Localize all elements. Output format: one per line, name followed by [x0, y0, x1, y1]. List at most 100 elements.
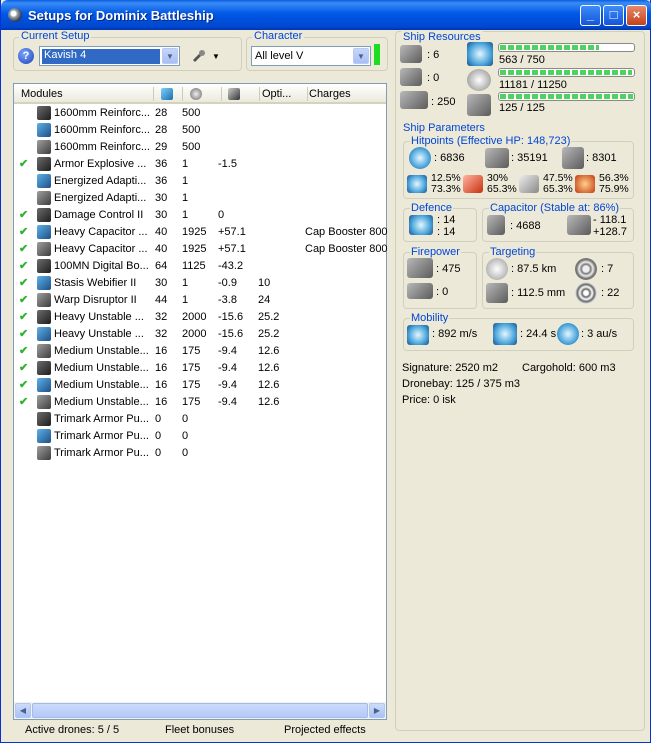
- module-icon: [37, 208, 51, 222]
- module-pg: 0: [182, 430, 189, 442]
- cargohold-text: Cargohold: 600 m3: [522, 362, 616, 374]
- column-header-modules[interactable]: Modules: [21, 88, 63, 100]
- module-cpu: 16: [155, 362, 168, 374]
- active-check-icon[interactable]: ✔: [19, 327, 28, 340]
- module-icon: [37, 106, 51, 120]
- table-row[interactable]: Energized Adapti... 30 1: [14, 190, 386, 207]
- scan-resolution-icon: [486, 283, 508, 303]
- table-row[interactable]: ✔ Stasis Webifier II 30 1 -0.9 10: [14, 275, 386, 292]
- table-row[interactable]: ✔ 100MN Digital Bo... 64 1125 -43.2: [14, 258, 386, 275]
- table-row[interactable]: ✔ Heavy Capacitor ... 40 1925 +57.1 Cap Boost…: [14, 241, 388, 258]
- module-pg: 1: [182, 158, 189, 170]
- tool-dropdown-arrow-icon[interactable]: ▼: [212, 52, 220, 61]
- chevron-down-icon[interactable]: ▼: [353, 48, 369, 64]
- module-cap: -3.8: [218, 294, 237, 306]
- active-check-icon[interactable]: ✔: [19, 378, 28, 391]
- maximize-button[interactable]: □: [603, 5, 624, 26]
- capacitor-recharge-icon: [567, 215, 591, 235]
- table-row[interactable]: ✔ Heavy Unstable ... 32 2000 -15.6 25.2: [14, 309, 386, 326]
- table-row[interactable]: ✔ Medium Unstable... 16 175 -9.4 12.6: [14, 343, 386, 360]
- title-bar[interactable]: Setups for Dominix Battleship _ □ ×: [1, 0, 651, 30]
- module-cap: -15.6: [218, 328, 244, 340]
- active-check-icon[interactable]: ✔: [19, 344, 28, 357]
- active-check-icon[interactable]: ✔: [19, 310, 28, 323]
- close-button[interactable]: ×: [626, 5, 647, 26]
- table-row[interactable]: Trimark Armor Pu... 0 0: [14, 428, 386, 445]
- active-check-icon[interactable]: ✔: [19, 242, 28, 255]
- table-row[interactable]: ✔ Damage Control II 30 1 0: [14, 207, 386, 224]
- table-row[interactable]: ✔ Heavy Unstable ... 32 2000 -15.6 25.2: [14, 326, 386, 343]
- defence-label: Defence: [410, 202, 453, 214]
- active-drones-tab[interactable]: Active drones: 5 / 5: [25, 724, 119, 736]
- table-row[interactable]: ✔ Armor Explosive ... 36 1 -1.5: [14, 156, 386, 173]
- module-name: 1600mm Reinforc...: [54, 124, 150, 136]
- table-row[interactable]: ✔ Warp Disruptor II 44 1 -3.8 24: [14, 292, 386, 309]
- module-name: Medium Unstable...: [54, 379, 149, 391]
- module-pg: 1: [182, 175, 189, 187]
- module-cpu: 30: [155, 277, 168, 289]
- thermal-resist-icon: [463, 175, 483, 193]
- scroll-thumb[interactable]: [32, 703, 368, 718]
- table-row[interactable]: 1600mm Reinforc... 28 500: [14, 122, 386, 139]
- missile-dps-value: : 0: [436, 286, 449, 298]
- warp-speed-icon: [557, 323, 579, 345]
- active-check-icon[interactable]: ✔: [19, 259, 28, 272]
- module-pg: 175: [182, 362, 201, 374]
- scan-resolution-value: : 112.5 mm: [511, 287, 566, 299]
- table-row[interactable]: ✔ Medium Unstable... 16 175 -9.4 12.6: [14, 377, 386, 394]
- module-icon: [37, 361, 51, 375]
- active-check-icon[interactable]: ✔: [19, 157, 28, 170]
- active-check-icon[interactable]: ✔: [19, 361, 28, 374]
- chevron-down-icon[interactable]: ▼: [162, 48, 178, 64]
- calibration-bar-fill: [500, 94, 633, 99]
- character-select[interactable]: All level V ▼: [251, 46, 371, 66]
- table-row[interactable]: Trimark Armor Pu... 0 0: [14, 411, 386, 428]
- projected-effects-tab[interactable]: Projected effects: [284, 724, 366, 736]
- module-cap: -15.6: [218, 311, 244, 323]
- table-row[interactable]: 1600mm Reinforc... 29 500: [14, 139, 386, 156]
- module-cpu: 16: [155, 345, 168, 357]
- minimize-button[interactable]: _: [580, 5, 601, 26]
- table-row[interactable]: ✔ Medium Unstable... 16 175 -9.4 12.6: [14, 394, 386, 411]
- module-opt: 12.6: [258, 362, 280, 374]
- module-opt: 12.6: [258, 396, 280, 408]
- module-icon: [37, 310, 51, 324]
- module-name: Medium Unstable...: [54, 362, 149, 374]
- help-icon[interactable]: ?: [18, 48, 34, 64]
- window-title: Setups for Dominix Battleship: [28, 8, 214, 23]
- fleet-bonuses-tab[interactable]: Fleet bonuses: [165, 724, 234, 736]
- column-header-optimal[interactable]: Opti...: [262, 88, 291, 100]
- active-check-icon[interactable]: ✔: [19, 293, 28, 306]
- active-check-icon[interactable]: ✔: [19, 225, 28, 238]
- calibration-icon: [467, 94, 491, 116]
- turret-dps-icon: [407, 258, 433, 278]
- active-check-icon[interactable]: ✔: [19, 276, 28, 289]
- active-check-icon[interactable]: ✔: [19, 395, 28, 408]
- table-row[interactable]: Energized Adapti... 36 1: [14, 173, 386, 190]
- module-icon: [37, 191, 51, 205]
- table-row[interactable]: ✔ Heavy Capacitor ... 40 1925 +57.1 Cap Boost…: [14, 224, 388, 241]
- column-header-charges[interactable]: Charges: [309, 88, 351, 100]
- scroll-right-icon[interactable]: ▶: [369, 703, 385, 718]
- dronebay-text: Dronebay: 125 / 375 m3: [402, 378, 521, 390]
- module-name: Warp Disruptor II: [54, 294, 137, 306]
- table-row[interactable]: Trimark Armor Pu... 0 0: [14, 445, 386, 462]
- armor-icon: [485, 148, 509, 168]
- setup-select-value: Kavish 4: [42, 49, 160, 64]
- cpu-icon[interactable]: [161, 88, 173, 100]
- modules-list[interactable]: Modules Opti... Charges 1600mm Reinforc.…: [13, 83, 388, 720]
- module-opt: 25.2: [258, 328, 280, 340]
- armor-hp-value: : 35191: [511, 152, 548, 164]
- active-check-icon[interactable]: ✔: [19, 208, 28, 221]
- table-row[interactable]: ✔ Medium Unstable... 16 175 -9.4 12.6: [14, 360, 386, 377]
- targeting-range-value: : 87.5 km: [511, 263, 557, 275]
- module-cpu: 32: [155, 311, 168, 323]
- module-cap: +57.1: [218, 243, 246, 255]
- tool-dropdown-icon[interactable]: [191, 49, 207, 63]
- capacitor-icon[interactable]: [228, 88, 240, 100]
- horizontal-scrollbar[interactable]: ◀ ▶: [14, 702, 386, 719]
- setup-select[interactable]: Kavish 4 ▼: [39, 46, 180, 66]
- scroll-left-icon[interactable]: ◀: [15, 703, 31, 718]
- table-row[interactable]: 1600mm Reinforc... 28 500: [14, 105, 386, 122]
- powergrid-icon[interactable]: [190, 88, 202, 100]
